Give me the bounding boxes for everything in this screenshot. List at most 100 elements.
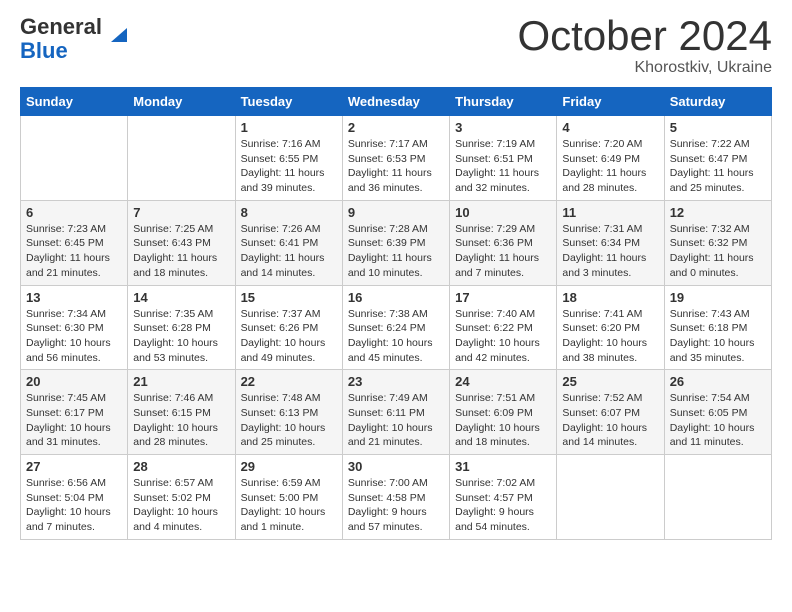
logo: General Blue [20, 15, 127, 63]
day-number: 30 [348, 459, 444, 474]
day-number: 8 [241, 205, 337, 220]
calendar-cell: 29 Sunrise: 6:59 AMSunset: 5:00 PMDayligh… [235, 455, 342, 540]
day-number: 10 [455, 205, 551, 220]
day-number: 7 [133, 205, 229, 220]
calendar-cell: 13 Sunrise: 7:34 AMSunset: 6:30 PMDayligh… [21, 285, 128, 370]
day-number: 20 [26, 374, 122, 389]
day-number: 6 [26, 205, 122, 220]
day-info: Sunrise: 7:35 AMSunset: 6:28 PMDaylight:… [133, 307, 229, 366]
weekday-header: Monday [128, 88, 235, 116]
day-number: 22 [241, 374, 337, 389]
day-info: Sunrise: 7:17 AMSunset: 6:53 PMDaylight:… [348, 137, 444, 196]
day-info: Sunrise: 7:52 AMSunset: 6:07 PMDaylight:… [562, 391, 658, 450]
day-number: 5 [670, 120, 766, 135]
day-number: 31 [455, 459, 551, 474]
day-info: Sunrise: 7:31 AMSunset: 6:34 PMDaylight:… [562, 222, 658, 281]
day-number: 13 [26, 290, 122, 305]
day-info: Sunrise: 7:02 AMSunset: 4:57 PMDaylight:… [455, 476, 551, 535]
day-number: 28 [133, 459, 229, 474]
day-info: Sunrise: 7:29 AMSunset: 6:36 PMDaylight:… [455, 222, 551, 281]
calendar-cell: 7Sunrise: 7:25 AMSunset: 6:43 PMDaylight… [128, 200, 235, 285]
day-info: Sunrise: 7:26 AMSunset: 6:41 PMDaylight:… [241, 222, 337, 281]
calendar-cell [557, 455, 664, 540]
day-info: Sunrise: 7:28 AMSunset: 6:39 PMDaylight:… [348, 222, 444, 281]
day-info: Sunrise: 6:57 AMSunset: 5:02 PMDaylight:… [133, 476, 229, 535]
day-number: 4 [562, 120, 658, 135]
calendar-cell: 26Sunrise: 7:54 AMSunset: 6:05 PMDayligh… [664, 370, 771, 455]
day-info: Sunrise: 6:56 AMSunset: 5:04 PMDaylight:… [26, 476, 122, 535]
calendar-cell: 17Sunrise: 7:40 AMSunset: 6:22 PMDayligh… [450, 285, 557, 370]
calendar-week-row: 1 Sunrise: 7:16 AMSunset: 6:55 PMDaylight… [21, 116, 772, 201]
day-info: Sunrise: 7:49 AMSunset: 6:11 PMDaylight:… [348, 391, 444, 450]
calendar-week-row: 27 Sunrise: 6:56 AMSunset: 5:04 PMDayligh… [21, 455, 772, 540]
day-number: 9 [348, 205, 444, 220]
calendar-cell: 30Sunrise: 7:00 AMSunset: 4:58 PMDayligh… [342, 455, 449, 540]
day-info: Sunrise: 7:23 AMSunset: 6:45 PMDaylight:… [26, 222, 122, 281]
calendar: SundayMondayTuesdayWednesdayThursdayFrid… [20, 87, 772, 540]
day-number: 1 [241, 120, 337, 135]
calendar-cell: 18 Sunrise: 7:41 AMSunset: 6:20 PMDayligh… [557, 285, 664, 370]
day-info: Sunrise: 7:34 AMSunset: 6:30 PMDaylight:… [26, 307, 122, 366]
day-number: 18 [562, 290, 658, 305]
calendar-cell: 25 Sunrise: 7:52 AMSunset: 6:07 PMDayligh… [557, 370, 664, 455]
calendar-week-row: 20 Sunrise: 7:45 AMSunset: 6:17 PMDayligh… [21, 370, 772, 455]
day-info: Sunrise: 7:40 AMSunset: 6:22 PMDaylight:… [455, 307, 551, 366]
calendar-cell: 24Sunrise: 7:51 AMSunset: 6:09 PMDayligh… [450, 370, 557, 455]
calendar-cell: 5Sunrise: 7:22 AMSunset: 6:47 PMDaylight… [664, 116, 771, 201]
logo-arrow-icon [105, 24, 127, 46]
logo-general: General [20, 14, 102, 39]
day-info: Sunrise: 6:59 AMSunset: 5:00 PMDaylight:… [241, 476, 337, 535]
calendar-cell: 12 Sunrise: 7:32 AMSunset: 6:32 PMDayligh… [664, 200, 771, 285]
calendar-cell [21, 116, 128, 201]
day-number: 19 [670, 290, 766, 305]
day-info: Sunrise: 7:43 AMSunset: 6:18 PMDaylight:… [670, 307, 766, 366]
day-number: 2 [348, 120, 444, 135]
calendar-cell: 14Sunrise: 7:35 AMSunset: 6:28 PMDayligh… [128, 285, 235, 370]
page: General Blue October 2024 Khorostkiv, Uk… [0, 0, 792, 555]
calendar-cell: 2 Sunrise: 7:17 AMSunset: 6:53 PMDaylight… [342, 116, 449, 201]
day-info: Sunrise: 7:19 AMSunset: 6:51 PMDaylight:… [455, 137, 551, 196]
day-info: Sunrise: 7:46 AMSunset: 6:15 PMDaylight:… [133, 391, 229, 450]
calendar-cell: 21 Sunrise: 7:46 AMSunset: 6:15 PMDayligh… [128, 370, 235, 455]
weekday-header: Sunday [21, 88, 128, 116]
calendar-cell: 6 Sunrise: 7:23 AMSunset: 6:45 PMDaylight… [21, 200, 128, 285]
month-title: October 2024 [517, 15, 772, 57]
day-info: Sunrise: 7:37 AMSunset: 6:26 PMDaylight:… [241, 307, 337, 366]
weekday-header: Wednesday [342, 88, 449, 116]
day-info: Sunrise: 7:41 AMSunset: 6:20 PMDaylight:… [562, 307, 658, 366]
logo-blue: Blue [20, 38, 68, 63]
weekday-header: Thursday [450, 88, 557, 116]
weekday-header: Tuesday [235, 88, 342, 116]
day-number: 11 [562, 205, 658, 220]
calendar-cell: 3 Sunrise: 7:19 AMSunset: 6:51 PMDaylight… [450, 116, 557, 201]
logo-text: General Blue [20, 15, 102, 63]
calendar-cell: 8 Sunrise: 7:26 AMSunset: 6:41 PMDaylight… [235, 200, 342, 285]
calendar-cell: 22 Sunrise: 7:48 AMSunset: 6:13 PMDayligh… [235, 370, 342, 455]
calendar-cell: 27 Sunrise: 6:56 AMSunset: 5:04 PMDayligh… [21, 455, 128, 540]
day-number: 27 [26, 459, 122, 474]
day-info: Sunrise: 7:16 AMSunset: 6:55 PMDaylight:… [241, 137, 337, 196]
calendar-week-row: 13 Sunrise: 7:34 AMSunset: 6:30 PMDayligh… [21, 285, 772, 370]
weekday-header: Friday [557, 88, 664, 116]
calendar-cell: 11 Sunrise: 7:31 AMSunset: 6:34 PMDayligh… [557, 200, 664, 285]
calendar-cell: 1 Sunrise: 7:16 AMSunset: 6:55 PMDaylight… [235, 116, 342, 201]
calendar-header-row: SundayMondayTuesdayWednesdayThursdayFrid… [21, 88, 772, 116]
day-info: Sunrise: 7:32 AMSunset: 6:32 PMDaylight:… [670, 222, 766, 281]
day-info: Sunrise: 7:45 AMSunset: 6:17 PMDaylight:… [26, 391, 122, 450]
calendar-cell [664, 455, 771, 540]
day-number: 15 [241, 290, 337, 305]
day-number: 12 [670, 205, 766, 220]
title-block: October 2024 Khorostkiv, Ukraine [517, 15, 772, 77]
day-number: 21 [133, 374, 229, 389]
day-number: 25 [562, 374, 658, 389]
day-number: 29 [241, 459, 337, 474]
calendar-week-row: 6 Sunrise: 7:23 AMSunset: 6:45 PMDaylight… [21, 200, 772, 285]
day-info: Sunrise: 7:48 AMSunset: 6:13 PMDaylight:… [241, 391, 337, 450]
day-number: 3 [455, 120, 551, 135]
location: Khorostkiv, Ukraine [517, 59, 772, 77]
calendar-cell: 23 Sunrise: 7:49 AMSunset: 6:11 PMDayligh… [342, 370, 449, 455]
day-number: 26 [670, 374, 766, 389]
calendar-cell: 9 Sunrise: 7:28 AMSunset: 6:39 PMDaylight… [342, 200, 449, 285]
day-number: 23 [348, 374, 444, 389]
header: General Blue October 2024 Khorostkiv, Uk… [20, 15, 772, 77]
